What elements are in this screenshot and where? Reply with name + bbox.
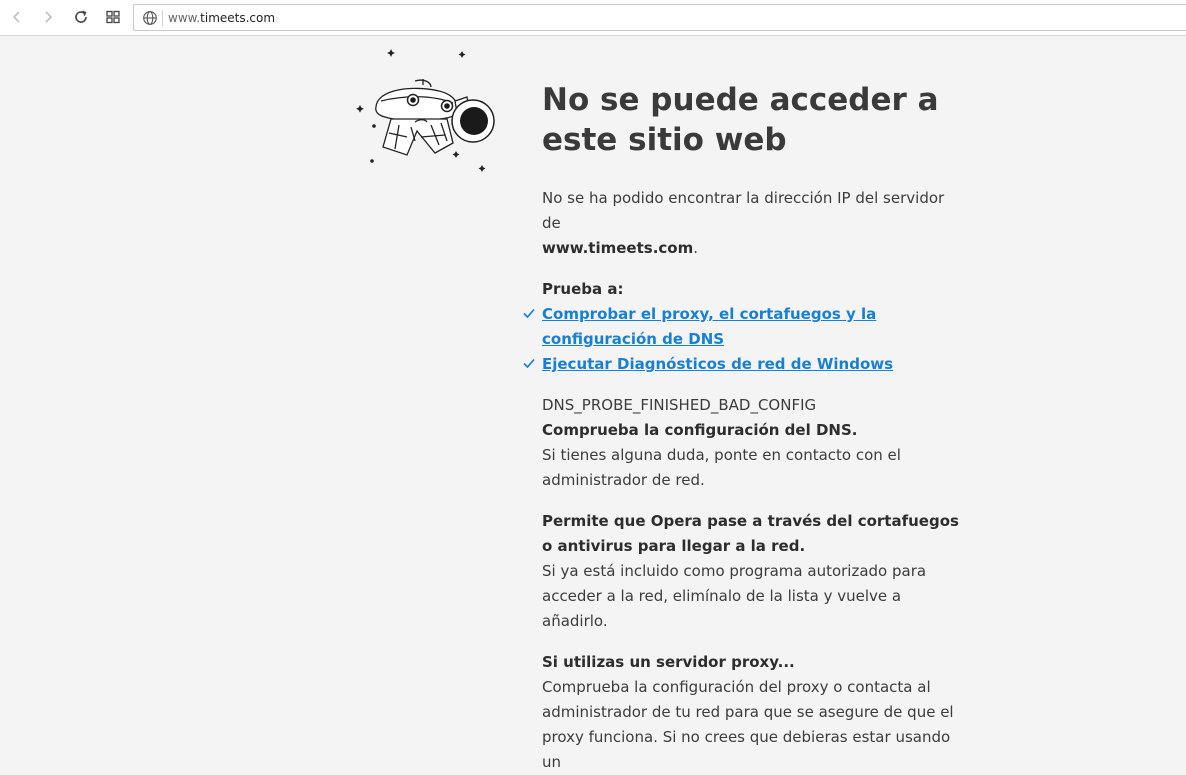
globe-icon [143, 11, 157, 25]
error-summary-suffix: . [693, 239, 699, 257]
back-button[interactable] [6, 6, 28, 28]
detail-heading-dns: Comprueba la configuración del DNS. [542, 421, 858, 439]
dinosaur-telescope-illustration [356, 49, 495, 172]
chevron-right-icon [45, 11, 53, 23]
reload-button[interactable] [70, 6, 92, 28]
detail-heading-proxy: Si utilizas un servidor proxy... [542, 653, 795, 671]
detail-text-dns: Si tienes alguna duda, ponte en contacto… [542, 446, 901, 489]
error-code: DNS_PROBE_FINISHED_BAD_CONFIG [542, 396, 817, 414]
reload-icon [75, 10, 87, 23]
grid-icon [106, 10, 120, 24]
check-proxy-firewall-dns-link[interactable]: Comprobar el proxy, el cortafuegos y la … [542, 305, 876, 348]
address-divider [162, 10, 163, 26]
error-summary-text: No se ha podido encontrar la dirección I… [542, 189, 945, 232]
address-bar[interactable]: www.timeets.com [133, 4, 1186, 31]
error-content: No se puede acceder a este sitio web No … [523, 80, 962, 775]
chevron-left-icon [12, 11, 20, 23]
checkmark-icon [523, 308, 535, 319]
error-summary: No se ha podido encontrar la dirección I… [542, 186, 962, 261]
error-host: www.timeets.com [542, 239, 694, 257]
detail-text-firewall: Si ya está incluido como programa autori… [542, 562, 927, 630]
detail-heading-firewall: Permite que Opera pase a través del cort… [542, 512, 959, 555]
speed-dial-button[interactable] [102, 6, 124, 28]
url-text[interactable]: www.timeets.com [168, 10, 275, 26]
suggestion-item: Comprobar el proxy, el cortafuegos y la … [523, 302, 962, 352]
url-host: timeets.com [200, 11, 276, 25]
checkmark-icon [523, 358, 535, 369]
url-prefix: www. [168, 11, 201, 25]
page-title: No se puede acceder a este sitio web [542, 82, 939, 158]
detail-text-proxy: Comprueba la configuración del proxy o c… [542, 678, 954, 771]
browser-toolbar: www.timeets.com [0, 0, 1186, 36]
forward-button[interactable] [37, 6, 59, 28]
try-heading: Prueba a: [542, 280, 624, 298]
run-windows-network-diagnostics-link[interactable]: Ejecutar Diagnósticos de red de Windows [542, 355, 893, 373]
suggestion-item: Ejecutar Diagnósticos de red de Windows [523, 352, 962, 377]
